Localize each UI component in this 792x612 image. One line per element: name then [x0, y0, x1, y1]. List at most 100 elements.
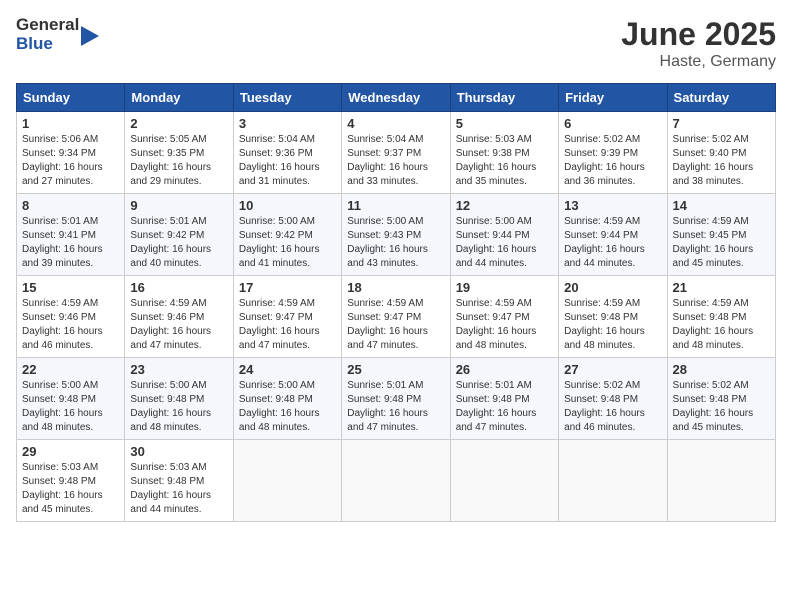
day-number: 24: [239, 362, 336, 377]
day-info: Sunrise: 5:03 AMSunset: 9:48 PMDaylight:…: [130, 462, 211, 515]
calendar-day-cell: 9 Sunrise: 5:01 AMSunset: 9:42 PMDayligh…: [125, 194, 233, 276]
day-number: 2: [130, 116, 227, 131]
day-number: 12: [456, 198, 553, 213]
day-number: 15: [22, 280, 119, 295]
calendar-week-row: 29 Sunrise: 5:03 AMSunset: 9:48 PMDaylig…: [17, 440, 776, 522]
day-info: Sunrise: 5:05 AMSunset: 9:35 PMDaylight:…: [130, 134, 211, 187]
calendar-day-cell: [233, 440, 341, 522]
day-number: 10: [239, 198, 336, 213]
calendar-day-cell: 30 Sunrise: 5:03 AMSunset: 9:48 PMDaylig…: [125, 440, 233, 522]
day-info: Sunrise: 5:01 AMSunset: 9:48 PMDaylight:…: [347, 380, 428, 433]
day-info: Sunrise: 5:02 AMSunset: 9:39 PMDaylight:…: [564, 134, 645, 187]
col-monday: Monday: [125, 84, 233, 112]
day-number: 19: [456, 280, 553, 295]
col-thursday: Thursday: [450, 84, 558, 112]
day-info: Sunrise: 4:59 AMSunset: 9:47 PMDaylight:…: [456, 298, 537, 351]
calendar-day-cell: 10 Sunrise: 5:00 AMSunset: 9:42 PMDaylig…: [233, 194, 341, 276]
col-friday: Friday: [559, 84, 667, 112]
calendar-day-cell: 20 Sunrise: 4:59 AMSunset: 9:48 PMDaylig…: [559, 276, 667, 358]
day-number: 16: [130, 280, 227, 295]
day-info: Sunrise: 5:00 AMSunset: 9:48 PMDaylight:…: [130, 380, 211, 433]
calendar-table: Sunday Monday Tuesday Wednesday Thursday…: [16, 83, 776, 522]
month-year-title: June 2025: [621, 16, 776, 53]
logo: General Blue: [16, 16, 103, 53]
day-info: Sunrise: 4:59 AMSunset: 9:44 PMDaylight:…: [564, 216, 645, 269]
day-info: Sunrise: 5:01 AMSunset: 9:48 PMDaylight:…: [456, 380, 537, 433]
day-info: Sunrise: 5:02 AMSunset: 9:48 PMDaylight:…: [673, 380, 754, 433]
calendar-day-cell: 2 Sunrise: 5:05 AMSunset: 9:35 PMDayligh…: [125, 112, 233, 194]
calendar-week-row: 1 Sunrise: 5:06 AMSunset: 9:34 PMDayligh…: [17, 112, 776, 194]
calendar-day-cell: 27 Sunrise: 5:02 AMSunset: 9:48 PMDaylig…: [559, 358, 667, 440]
calendar-day-cell: 24 Sunrise: 5:00 AMSunset: 9:48 PMDaylig…: [233, 358, 341, 440]
calendar-day-cell: 19 Sunrise: 4:59 AMSunset: 9:47 PMDaylig…: [450, 276, 558, 358]
day-number: 28: [673, 362, 770, 377]
calendar-day-cell: 29 Sunrise: 5:03 AMSunset: 9:48 PMDaylig…: [17, 440, 125, 522]
calendar-day-cell: 4 Sunrise: 5:04 AMSunset: 9:37 PMDayligh…: [342, 112, 450, 194]
day-info: Sunrise: 5:06 AMSunset: 9:34 PMDaylight:…: [22, 134, 103, 187]
calendar-day-cell: 8 Sunrise: 5:01 AMSunset: 9:41 PMDayligh…: [17, 194, 125, 276]
day-info: Sunrise: 5:00 AMSunset: 9:44 PMDaylight:…: [456, 216, 537, 269]
day-info: Sunrise: 5:03 AMSunset: 9:48 PMDaylight:…: [22, 462, 103, 515]
day-number: 20: [564, 280, 661, 295]
day-number: 6: [564, 116, 661, 131]
day-number: 21: [673, 280, 770, 295]
day-number: 26: [456, 362, 553, 377]
day-info: Sunrise: 4:59 AMSunset: 9:45 PMDaylight:…: [673, 216, 754, 269]
calendar-day-cell: 25 Sunrise: 5:01 AMSunset: 9:48 PMDaylig…: [342, 358, 450, 440]
day-info: Sunrise: 4:59 AMSunset: 9:47 PMDaylight:…: [239, 298, 320, 351]
calendar-day-cell: 7 Sunrise: 5:02 AMSunset: 9:40 PMDayligh…: [667, 112, 775, 194]
day-info: Sunrise: 5:02 AMSunset: 9:40 PMDaylight:…: [673, 134, 754, 187]
calendar-header-row: Sunday Monday Tuesday Wednesday Thursday…: [17, 84, 776, 112]
day-number: 11: [347, 198, 444, 213]
day-number: 30: [130, 444, 227, 459]
day-number: 8: [22, 198, 119, 213]
day-number: 9: [130, 198, 227, 213]
day-number: 5: [456, 116, 553, 131]
day-info: Sunrise: 5:01 AMSunset: 9:42 PMDaylight:…: [130, 216, 211, 269]
day-info: Sunrise: 5:00 AMSunset: 9:43 PMDaylight:…: [347, 216, 428, 269]
day-number: 3: [239, 116, 336, 131]
col-sunday: Sunday: [17, 84, 125, 112]
calendar-day-cell: 13 Sunrise: 4:59 AMSunset: 9:44 PMDaylig…: [559, 194, 667, 276]
day-info: Sunrise: 5:01 AMSunset: 9:41 PMDaylight:…: [22, 216, 103, 269]
logo-text-general: General: [16, 16, 79, 35]
calendar-day-cell: 23 Sunrise: 5:00 AMSunset: 9:48 PMDaylig…: [125, 358, 233, 440]
day-info: Sunrise: 4:59 AMSunset: 9:48 PMDaylight:…: [673, 298, 754, 351]
day-number: 27: [564, 362, 661, 377]
day-number: 1: [22, 116, 119, 131]
logo-icon: [81, 22, 103, 50]
calendar-day-cell: 1 Sunrise: 5:06 AMSunset: 9:34 PMDayligh…: [17, 112, 125, 194]
location-subtitle: Haste, Germany: [621, 53, 776, 71]
calendar-day-cell: 15 Sunrise: 4:59 AMSunset: 9:46 PMDaylig…: [17, 276, 125, 358]
day-number: 18: [347, 280, 444, 295]
calendar-day-cell: 18 Sunrise: 4:59 AMSunset: 9:47 PMDaylig…: [342, 276, 450, 358]
day-number: 23: [130, 362, 227, 377]
calendar-day-cell: 28 Sunrise: 5:02 AMSunset: 9:48 PMDaylig…: [667, 358, 775, 440]
day-number: 25: [347, 362, 444, 377]
col-wednesday: Wednesday: [342, 84, 450, 112]
calendar-day-cell: 17 Sunrise: 4:59 AMSunset: 9:47 PMDaylig…: [233, 276, 341, 358]
day-info: Sunrise: 5:00 AMSunset: 9:42 PMDaylight:…: [239, 216, 320, 269]
calendar-day-cell: 16 Sunrise: 4:59 AMSunset: 9:46 PMDaylig…: [125, 276, 233, 358]
calendar-week-row: 15 Sunrise: 4:59 AMSunset: 9:46 PMDaylig…: [17, 276, 776, 358]
col-saturday: Saturday: [667, 84, 775, 112]
calendar-day-cell: 14 Sunrise: 4:59 AMSunset: 9:45 PMDaylig…: [667, 194, 775, 276]
day-number: 22: [22, 362, 119, 377]
calendar-week-row: 22 Sunrise: 5:00 AMSunset: 9:48 PMDaylig…: [17, 358, 776, 440]
day-number: 4: [347, 116, 444, 131]
day-number: 13: [564, 198, 661, 213]
day-info: Sunrise: 5:04 AMSunset: 9:37 PMDaylight:…: [347, 134, 428, 187]
calendar-week-row: 8 Sunrise: 5:01 AMSunset: 9:41 PMDayligh…: [17, 194, 776, 276]
day-info: Sunrise: 5:00 AMSunset: 9:48 PMDaylight:…: [22, 380, 103, 433]
day-number: 17: [239, 280, 336, 295]
day-info: Sunrise: 4:59 AMSunset: 9:46 PMDaylight:…: [130, 298, 211, 351]
calendar-day-cell: 6 Sunrise: 5:02 AMSunset: 9:39 PMDayligh…: [559, 112, 667, 194]
calendar-day-cell: [559, 440, 667, 522]
calendar-day-cell: [667, 440, 775, 522]
calendar-day-cell: 12 Sunrise: 5:00 AMSunset: 9:44 PMDaylig…: [450, 194, 558, 276]
calendar-day-cell: 22 Sunrise: 5:00 AMSunset: 9:48 PMDaylig…: [17, 358, 125, 440]
day-info: Sunrise: 4:59 AMSunset: 9:47 PMDaylight:…: [347, 298, 428, 351]
day-info: Sunrise: 4:59 AMSunset: 9:48 PMDaylight:…: [564, 298, 645, 351]
day-number: 14: [673, 198, 770, 213]
calendar-day-cell: 5 Sunrise: 5:03 AMSunset: 9:38 PMDayligh…: [450, 112, 558, 194]
